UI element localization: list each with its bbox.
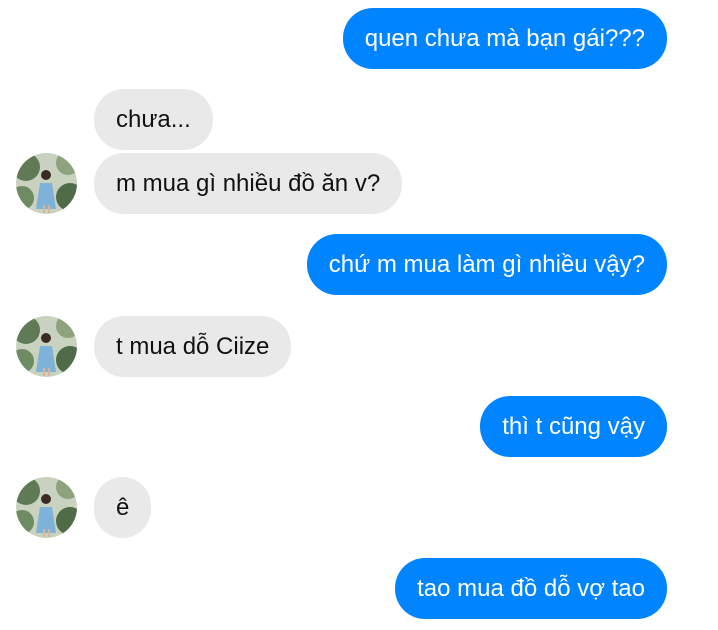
message-bubble-incoming[interactable]: t mua dỗ Ciize [94, 316, 292, 377]
avatar-photo-icon [16, 153, 77, 214]
avatar-photo-icon [16, 477, 77, 538]
message-bubble-outgoing[interactable]: chứ m mua làm gì nhiều vậy? [306, 234, 667, 295]
contact-avatar[interactable] [16, 316, 77, 377]
message-bubble-outgoing[interactable]: quen chưa mà bạn gái??? [342, 8, 667, 69]
contact-avatar[interactable] [16, 153, 77, 214]
message-bubble-outgoing[interactable]: thì t cũng vậy [480, 396, 667, 457]
avatar-photo-icon [16, 316, 77, 377]
contact-avatar[interactable] [16, 477, 77, 538]
message-bubble-incoming[interactable]: ê [94, 477, 152, 538]
message-bubble-incoming[interactable]: chưa... [94, 89, 213, 150]
message-bubble-incoming[interactable]: m mua gì nhiều đồ ăn v? [94, 153, 403, 214]
message-bubble-outgoing[interactable]: tao mua đồ dỗ vợ tao [395, 558, 667, 619]
